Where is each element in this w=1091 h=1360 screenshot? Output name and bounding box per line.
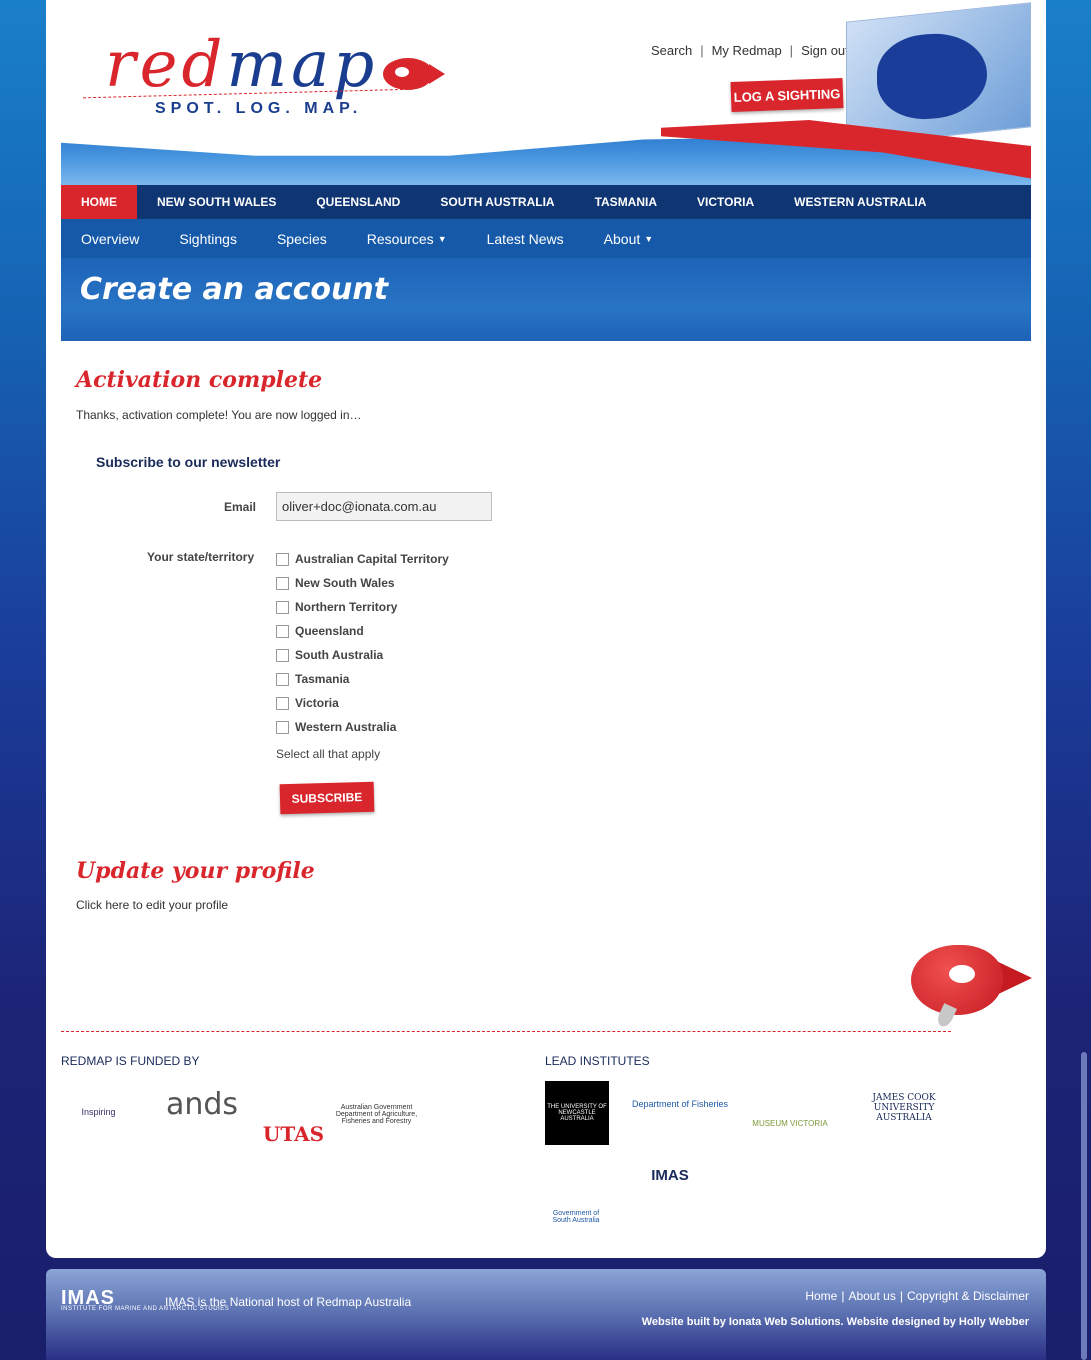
state-option[interactable]: Victoria — [276, 691, 449, 715]
host-text: IMAS is the National host of Redmap Aust… — [165, 1295, 412, 1309]
checkbox[interactable] — [276, 600, 289, 614]
activation-title: Activation complete — [76, 367, 323, 393]
page-title: Create an account — [80, 272, 389, 307]
tab-western-australia[interactable]: WESTERN AUSTRALIA — [774, 185, 946, 219]
state-option[interactable]: New South Wales — [276, 571, 449, 595]
jcu-logo[interactable]: JAMES COOK UNIVERSITY AUSTRALIA — [860, 1088, 948, 1128]
email-field[interactable]: oliver+doc@ionata.com.au — [276, 492, 492, 521]
sign-out-link[interactable]: Sign out — [801, 43, 849, 58]
state-label: Your state/territory — [147, 550, 255, 564]
utas-logo[interactable]: UTAS — [263, 1080, 324, 1146]
imas-lead-logo[interactable]: IMAS — [620, 1160, 720, 1190]
australia-map-icon[interactable] — [846, 2, 1031, 147]
state-option[interactable]: Tasmania — [276, 667, 449, 691]
daff-logo[interactable]: Australian Government Department of Agri… — [334, 1084, 419, 1144]
state-option[interactable]: Australian Capital Territory — [276, 547, 449, 571]
checkbox[interactable] — [276, 624, 289, 638]
search-link[interactable]: Search — [651, 43, 692, 58]
nav-latest-news[interactable]: Latest News — [467, 231, 584, 247]
divider — [61, 1031, 951, 1032]
site-footer: IMAS INSTITUTE FOR MARINE AND ANTARCTIC … — [46, 1269, 1046, 1360]
newcastle-logo[interactable]: THE UNIVERSITY OF NEWCASTLE AUSTRALIA — [545, 1081, 609, 1145]
inspiring-logo[interactable]: Inspiring — [61, 1082, 136, 1142]
nav-overview[interactable]: Overview — [61, 231, 159, 247]
state-option[interactable]: South Australia — [276, 643, 449, 667]
page-container: redmap SPOT. LOG. MAP. Search | My Redma… — [46, 0, 1046, 1258]
checkbox[interactable] — [276, 696, 289, 710]
top-links: Search | My Redmap | Sign out — [651, 43, 849, 58]
edit-profile-link[interactable]: Click here to edit your profile — [76, 898, 228, 912]
ands-logo[interactable]: ands — [156, 1082, 248, 1127]
nav-sightings[interactable]: Sightings — [159, 231, 257, 247]
state-hint: Select all that apply — [276, 747, 381, 761]
state-option[interactable]: Queensland — [276, 619, 449, 643]
logo-tagline: SPOT. LOG. MAP. — [155, 100, 363, 117]
tab-south-australia[interactable]: SOUTH AUSTRALIA — [420, 185, 574, 219]
update-profile-title: Update your profile — [76, 858, 315, 884]
header: redmap SPOT. LOG. MAP. Search | My Redma… — [61, 0, 1031, 185]
section-nav: Overview Sightings Species Resources ▼ La… — [61, 219, 1031, 258]
logo-word-red: red — [105, 28, 227, 102]
state-option[interactable]: Western Australia — [276, 715, 449, 739]
fish-icon — [383, 58, 445, 90]
govt-sa-logo[interactable]: Government of South Australia — [545, 1160, 607, 1224]
state-option[interactable]: Northern Territory — [276, 595, 449, 619]
state-checkbox-list: Australian Capital Territory New South W… — [276, 547, 449, 739]
activation-text: Thanks, activation complete! You are now… — [76, 408, 362, 422]
redmap-logo[interactable]: redmap SPOT. LOG. MAP. — [83, 28, 445, 130]
scrollbar[interactable] — [1081, 1052, 1087, 1360]
email-label: Email — [224, 500, 257, 514]
log-sighting-button[interactable]: LOG A SIGHTING — [730, 78, 844, 112]
checkbox[interactable] — [276, 720, 289, 734]
chevron-down-icon: ▼ — [437, 233, 447, 244]
fish-eye-icon — [949, 965, 975, 983]
museum-victoria-logo[interactable]: MUSEUM VICTORIA — [736, 1080, 844, 1128]
tab-victoria[interactable]: VICTORIA — [677, 185, 774, 219]
checkbox[interactable] — [276, 576, 289, 590]
footer-about-link[interactable]: About us — [848, 1289, 895, 1303]
newsletter-heading: Subscribe to our newsletter — [96, 454, 281, 470]
my-redmap-link[interactable]: My Redmap — [712, 43, 782, 58]
nav-resources[interactable]: Resources ▼ — [347, 231, 467, 247]
nav-about[interactable]: About ▼ — [584, 231, 674, 247]
footer-copyright-link[interactable]: Copyright & Disclaimer — [907, 1289, 1029, 1303]
page-banner: Create an account — [61, 258, 1031, 341]
tab-tasmania[interactable]: TASMANIA — [575, 185, 677, 219]
chevron-down-icon: ▼ — [644, 233, 654, 244]
tab-queensland[interactable]: QUEENSLAND — [296, 185, 420, 219]
footer-home-link[interactable]: Home — [805, 1289, 837, 1303]
tab-new-south-wales[interactable]: NEW SOUTH WALES — [137, 185, 296, 219]
state-nav: HOME NEW SOUTH WALES QUEENSLAND SOUTH AU… — [61, 185, 1031, 219]
built-by-text: Website built by Ionata Web Solutions. W… — [641, 1316, 1029, 1328]
nav-species[interactable]: Species — [257, 231, 347, 247]
checkbox[interactable] — [276, 672, 289, 686]
footer-links: Home | About us | Copyright & Disclaimer — [805, 1289, 1029, 1303]
dept-fisheries-logo[interactable]: Department of Fisheries — [623, 1081, 728, 1126]
checkbox[interactable] — [276, 648, 289, 662]
funded-heading: REDMAP IS FUNDED BY — [61, 1054, 200, 1068]
checkbox[interactable] — [276, 552, 289, 566]
tab-home[interactable]: HOME — [61, 185, 137, 219]
lead-heading: LEAD INSTITUTES — [545, 1054, 650, 1068]
subscribe-button[interactable]: SUBSCRIBE — [279, 781, 375, 815]
